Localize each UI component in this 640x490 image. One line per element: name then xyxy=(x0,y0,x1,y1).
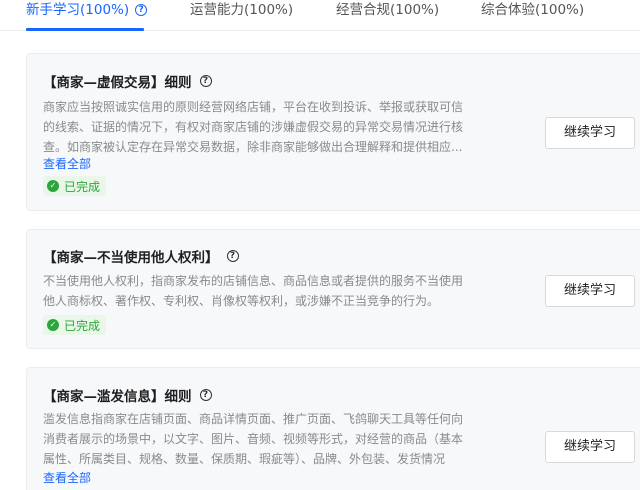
completed-badge: ✓ 已完成 xyxy=(43,315,107,335)
question-circle-icon[interactable]: ? xyxy=(199,389,212,401)
card-title: 【商家—虚假交易】细则 ? xyxy=(43,71,212,91)
tab-beginner-learning[interactable]: 新手学习(100%) ? xyxy=(26,1,148,19)
description-line: 的线索、证据的情况下，有权对商家店铺的涉嫌虚假交易的异常交易情况进行核 xyxy=(43,120,463,134)
card-description: 不当使用他人权利，指商家发布的店铺信息、商品信息或者提供的服务不当使用 他人商标… xyxy=(43,271,463,311)
continue-learning-button[interactable]: 继续学习 xyxy=(545,275,635,307)
card-description: 商家应当按照诚实信用的原则经营网络店铺，平台在收到投诉、举报或获取可信 的线索、… xyxy=(43,97,463,157)
course-card-false-transaction: 【商家—虚假交易】细则 ? 商家应当按照诚实信用的原则经营网络店铺，平台在收到投… xyxy=(26,53,640,211)
description-line: 查。如商家被认定存在异常交易数据，除非商家能够做出合理解释和提供相应... xyxy=(43,140,463,154)
view-all-link[interactable]: 查看全部 xyxy=(43,156,91,172)
continue-learning-button[interactable]: 继续学习 xyxy=(545,117,635,149)
tab-overall-experience[interactable]: 综合体验(100%) xyxy=(481,1,584,19)
status-text: 已完成 xyxy=(64,179,101,194)
active-tab-indicator xyxy=(26,28,144,31)
card-title-text: 【商家—滥发信息】细则 xyxy=(43,389,192,405)
card-title-text: 【商家—不当使用他人权利】 xyxy=(43,250,219,266)
tab-label: 综合体验(100%) xyxy=(481,2,585,18)
card-title-text: 【商家—虚假交易】细则 xyxy=(43,75,192,91)
check-circle-icon: ✓ xyxy=(47,319,59,331)
card-title: 【商家—不当使用他人权利】 ? xyxy=(43,246,239,266)
tab-label: 经营合规(100%) xyxy=(336,2,440,18)
view-all-link[interactable]: 查看全部 xyxy=(43,470,91,486)
description-line: 不当使用他人权利，指商家发布的店铺信息、商品信息或者提供的服务不当使用 xyxy=(43,274,463,288)
card-title: 【商家—滥发信息】细则 ? xyxy=(43,385,212,405)
description-line: 消费者展示的场景中，以文字、图片、音频、视频等形式，对经营的商品（基本 xyxy=(43,432,463,446)
question-circle-icon[interactable]: ? xyxy=(226,250,239,262)
question-circle-icon[interactable]: ? xyxy=(135,4,148,16)
tab-operation-ability[interactable]: 运营能力(100%) xyxy=(190,1,293,19)
tab-business-compliance[interactable]: 经营合规(100%) xyxy=(336,1,439,19)
tab-bar: 新手学习(100%) ? 运营能力(100%) 经营合规(100%) 综合体验(… xyxy=(0,0,640,31)
description-line: 商家应当按照诚实信用的原则经营网络店铺，平台在收到投诉、举报或获取可信 xyxy=(43,100,463,114)
check-circle-icon: ✓ xyxy=(47,180,59,192)
course-card-improper-use-of-rights: 【商家—不当使用他人权利】 ? 不当使用他人权利，指商家发布的店铺信息、商品信息… xyxy=(26,229,640,349)
course-card-spam-information: 【商家—滥发信息】细则 ? 滥发信息指商家在店铺页面、商品详情页面、推广页面、飞… xyxy=(26,367,640,490)
card-description: 滥发信息指商家在店铺页面、商品详情页面、推广页面、飞鸽聊天工具等任何向 消费者展… xyxy=(43,409,463,469)
status-text: 已完成 xyxy=(64,318,101,333)
continue-learning-button[interactable]: 继续学习 xyxy=(545,431,635,463)
completed-badge: ✓ 已完成 xyxy=(43,176,107,196)
tab-label: 新手学习(100%) xyxy=(26,2,130,18)
question-circle-icon[interactable]: ? xyxy=(199,75,212,87)
description-line: 他人商标权、著作权、专利权、肖像权等权利，或涉嫌不正当竞争的行为。 xyxy=(43,294,440,308)
description-line: 属性、所属类目、规格、数量、保质期、瑕疵等）、品牌、外包装、发货情况 xyxy=(43,452,446,466)
description-line: 滥发信息指商家在店铺页面、商品详情页面、推广页面、飞鸽聊天工具等任何向 xyxy=(43,412,463,426)
tab-label: 运营能力(100%) xyxy=(190,2,294,18)
